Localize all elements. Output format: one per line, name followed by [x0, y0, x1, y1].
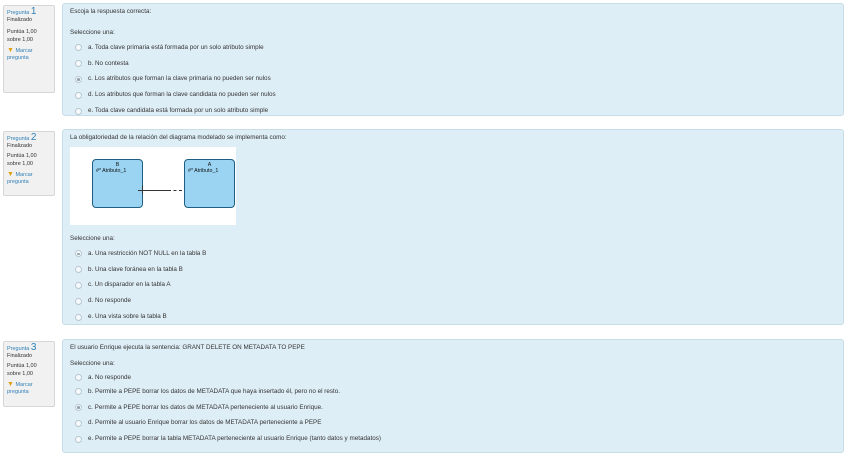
- question-info: Pregunta 2 Finalizado Puntúa 1,00 sobre …: [3, 131, 55, 196]
- question-text: Escoja la respuesta correcta:: [70, 8, 152, 15]
- option-b[interactable]: b. Permite a PEPE borrar los datos de ME…: [70, 384, 836, 400]
- entity-a: A #* Atributo_1: [184, 159, 235, 208]
- radio-button-selected[interactable]: [75, 75, 82, 83]
- question-content: La obligatoriedad de la relación del dia…: [62, 129, 844, 325]
- option-e[interactable]: e. Permite a PEPE borrar la tabla METADA…: [70, 431, 836, 447]
- radio-button[interactable]: [75, 91, 82, 99]
- answer-prompt: Seleccione una:: [70, 360, 115, 367]
- option-d[interactable]: d. Permite al usuario Enrique borrar los…: [70, 416, 836, 432]
- question-text: El usuario Enrique ejecuta la sentencia:…: [70, 344, 305, 351]
- option-c[interactable]: c. Los atributos que forman la clave pri…: [70, 72, 836, 88]
- question-score: Puntúa 1,00 sobre 1,00: [7, 153, 37, 167]
- option-c[interactable]: c. Permite a PEPE borrar los datos de ME…: [70, 400, 836, 416]
- question-state: Finalizado: [7, 353, 33, 360]
- answer-prompt: Seleccione una:: [70, 235, 115, 242]
- flag-question-link[interactable]: ▼ Marcar pregunta: [7, 47, 51, 62]
- question-state: Finalizado: [7, 143, 33, 150]
- flag-icon: ▼: [7, 170, 14, 178]
- question-number: Pregunta 2: [7, 132, 37, 143]
- question-number: Pregunta 3: [7, 342, 37, 353]
- answer-options: a. No responde b. Permite a PEPE borrar …: [70, 371, 836, 447]
- question-info: Pregunta 3 Finalizado Puntúa 1,00 sobre …: [3, 341, 55, 407]
- option-c[interactable]: c. Un disparador en la tabla A: [70, 278, 836, 294]
- option-a[interactable]: a. No responde: [70, 371, 836, 384]
- option-a[interactable]: a. Una restricción NOT NULL en la tabla …: [70, 246, 836, 262]
- radio-button[interactable]: [75, 60, 82, 68]
- radio-button-selected[interactable]: [75, 250, 82, 258]
- answer-prompt: Seleccione una:: [70, 29, 115, 36]
- option-a[interactable]: a. Toda clave primaria está formada por …: [70, 40, 836, 56]
- radio-button[interactable]: [75, 266, 82, 274]
- option-e[interactable]: e. Toda clave candidata está formada por…: [70, 103, 836, 119]
- question-score: Puntúa 1,00 sobre 1,00: [7, 29, 37, 43]
- question-number: Pregunta 1: [7, 6, 37, 17]
- radio-button[interactable]: [75, 435, 82, 443]
- option-e[interactable]: e. Una vista sobre la tabla B: [70, 309, 836, 325]
- flag-icon: ▼: [7, 46, 14, 54]
- option-b[interactable]: b. No contesta: [70, 56, 836, 72]
- radio-button[interactable]: [75, 313, 82, 321]
- question-state: Finalizado: [7, 17, 33, 24]
- er-diagram: B #* Atributo_1 A #* Atributo_1: [70, 147, 236, 225]
- radio-button[interactable]: [75, 388, 82, 396]
- flag-question-link[interactable]: ▼ Marcar pregunta: [7, 171, 51, 186]
- flag-icon: ▼: [7, 380, 14, 388]
- option-b[interactable]: b. Una clave foránea en la tabla B: [70, 262, 836, 278]
- question-text: La obligatoriedad de la relación del dia…: [70, 134, 287, 141]
- radio-button[interactable]: [75, 419, 82, 427]
- question-info: Pregunta 1 Finalizado Puntúa 1,00 sobre …: [3, 5, 55, 93]
- radio-button[interactable]: [75, 297, 82, 305]
- radio-button[interactable]: [75, 374, 82, 381]
- option-d[interactable]: d. Los atributos que forman la clave can…: [70, 87, 836, 103]
- relationship-line-optional: [168, 190, 182, 191]
- radio-button[interactable]: [75, 281, 82, 289]
- entity-b: B #* Atributo_1: [92, 159, 143, 208]
- answer-options: a. Toda clave primaria está formada por …: [70, 40, 836, 119]
- flag-question-link[interactable]: ▼ Marcar pregunta: [7, 381, 51, 396]
- radio-button[interactable]: [75, 107, 82, 115]
- relationship-bar: [142, 186, 143, 194]
- radio-button-selected[interactable]: [75, 404, 82, 412]
- radio-button[interactable]: [75, 44, 82, 52]
- option-d[interactable]: d. No responde: [70, 293, 836, 309]
- answer-options: a. Una restricción NOT NULL en la tabla …: [70, 246, 836, 325]
- question-content: El usuario Enrique ejecuta la sentencia:…: [62, 339, 844, 453]
- question-content: Escoja la respuesta correcta: Seleccione…: [62, 3, 844, 116]
- question-score: Puntúa 1,00 sobre 1,00: [7, 363, 37, 377]
